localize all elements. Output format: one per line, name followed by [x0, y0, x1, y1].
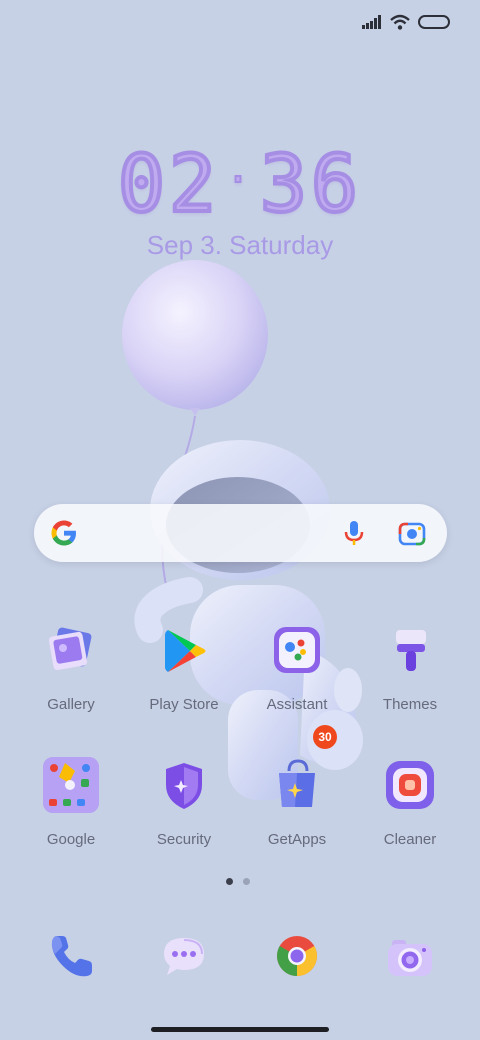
- app-themes[interactable]: Themes: [355, 620, 465, 713]
- google-g-icon: [48, 517, 80, 554]
- app-getapps[interactable]: 30 GetApps: [242, 725, 352, 848]
- date-label: Sep 3. Saturday: [146, 230, 334, 260]
- notification-badge: 30: [313, 725, 337, 749]
- app-cleaner[interactable]: Cleaner: [355, 755, 465, 848]
- camera-icon: [380, 940, 440, 990]
- google-folder-icon: [41, 755, 101, 815]
- app-label: Play Store: [149, 696, 219, 713]
- google-search-bar[interactable]: [34, 504, 447, 562]
- lockscreen-clock: 02·36: [0, 138, 480, 232]
- getapps-icon: 30: [267, 725, 337, 815]
- camera-lens-icon[interactable]: [398, 520, 426, 551]
- messages-icon: [154, 938, 214, 990]
- clock-separator: ·: [225, 156, 255, 204]
- page-indicator: [226, 878, 250, 885]
- app-google-folder[interactable]: Google: [16, 755, 126, 848]
- phone-icon: [41, 936, 101, 990]
- app-label: GetApps: [267, 831, 327, 848]
- app-label: Google: [46, 831, 96, 848]
- app-label: Gallery: [47, 696, 95, 713]
- home-indicator-bar[interactable]: [151, 1027, 329, 1032]
- dock-phone[interactable]: [41, 926, 101, 986]
- app-assistant[interactable]: Assistant: [242, 620, 352, 713]
- app-label: Themes: [382, 696, 438, 713]
- themes-icon: [380, 620, 440, 680]
- app-label: Cleaner: [383, 831, 437, 848]
- status-bar: [362, 14, 450, 35]
- page-dot-active: [226, 878, 233, 885]
- app-play-store[interactable]: Play Store: [129, 620, 239, 713]
- app-label: Assistant: [266, 696, 328, 713]
- dock-chrome[interactable]: [267, 926, 327, 986]
- wifi-icon: [390, 14, 410, 35]
- play-store-icon: [154, 620, 214, 680]
- security-icon: [154, 755, 214, 815]
- app-gallery[interactable]: Gallery: [16, 620, 126, 713]
- app-label: Security: [156, 831, 212, 848]
- dock-messages[interactable]: [154, 926, 214, 986]
- clock-minutes: 36: [258, 138, 362, 232]
- clock-hours: 02: [116, 138, 220, 232]
- page-dot: [243, 878, 250, 885]
- gallery-icon: [41, 620, 101, 680]
- app-security[interactable]: Security: [129, 755, 239, 848]
- dock-camera[interactable]: [380, 926, 440, 986]
- chrome-icon: [267, 936, 327, 990]
- assistant-icon: [267, 620, 327, 680]
- battery-icon: [418, 15, 450, 34]
- signal-icon: [362, 15, 382, 34]
- microphone-icon[interactable]: [341, 519, 367, 552]
- cleaner-icon: [380, 755, 440, 815]
